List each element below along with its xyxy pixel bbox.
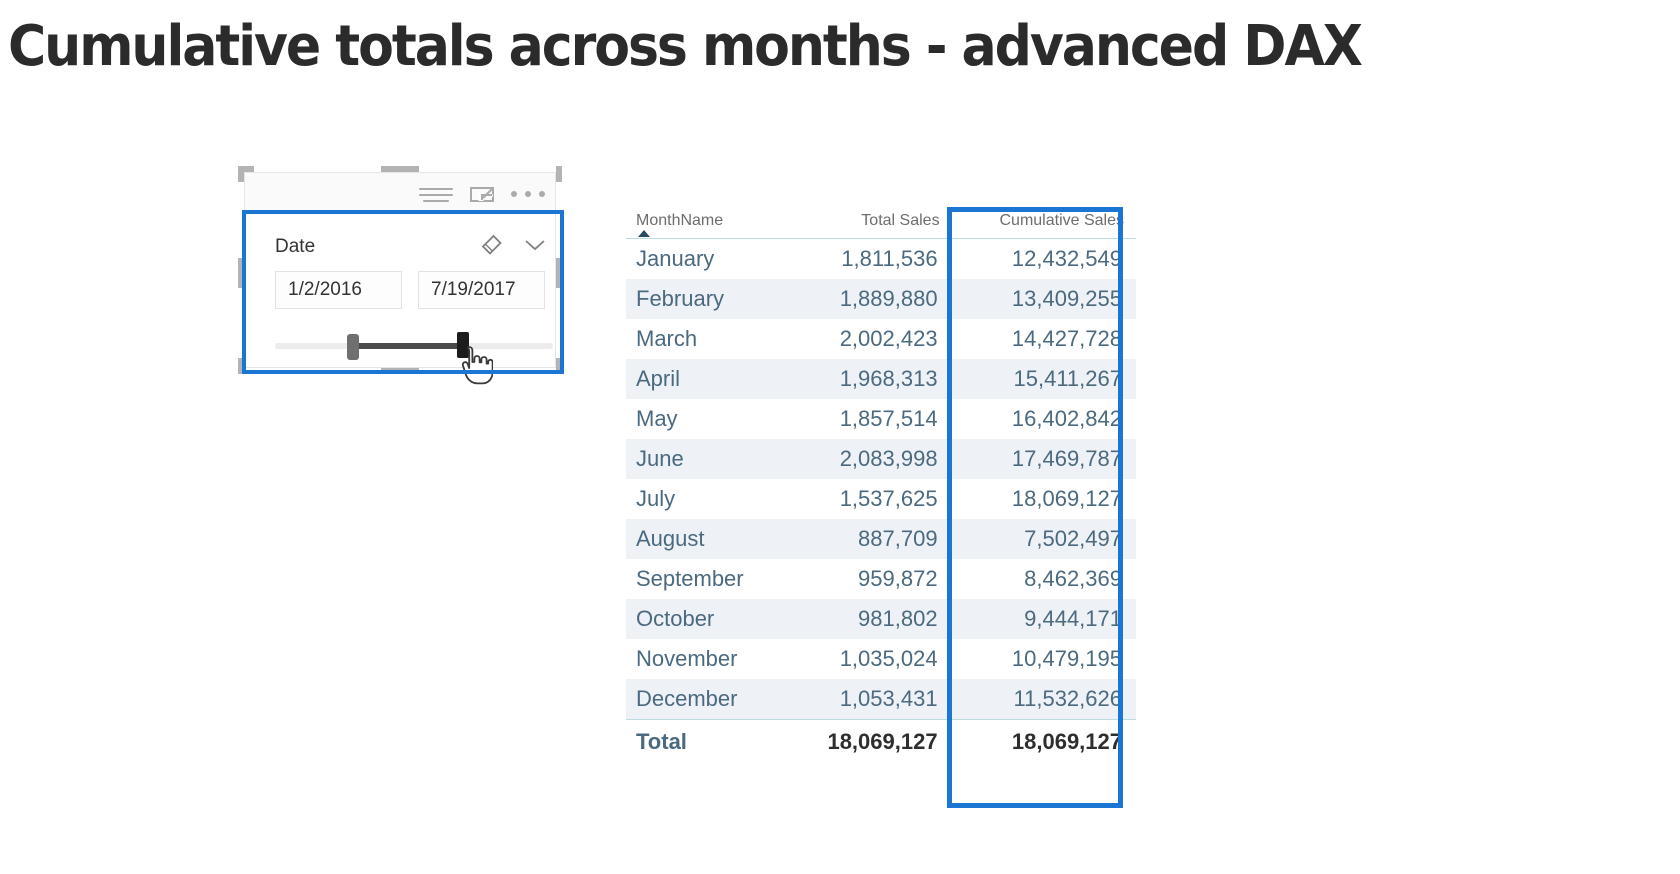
cell-cumulative-sales: 14,427,728 xyxy=(1011,326,1122,351)
cell-month: January xyxy=(636,246,715,271)
cell-total-sales: 1,053,431 xyxy=(780,679,952,720)
column-header-total-sales[interactable]: Total Sales xyxy=(780,208,952,239)
cumulative-sales-table: MonthName Total Sales Cumulative Sales J… xyxy=(626,208,1136,764)
cell-cumulative-sales: 16,402,842 xyxy=(1011,406,1122,431)
cell-cumulative-sales: 8,462,369 xyxy=(1024,566,1122,591)
column-header-cumulative-sales[interactable]: Cumulative Sales xyxy=(951,208,1136,239)
cell-total-sales: 981,802 xyxy=(780,599,952,639)
cell-month: April xyxy=(626,359,781,399)
page-title: Cumulative totals across months - advanc… xyxy=(8,14,1363,79)
filter-icon[interactable] xyxy=(419,185,453,203)
slicer-header-bar xyxy=(245,173,555,215)
cell-cumulative-sales: 10,479,195 xyxy=(1011,646,1122,671)
table-row[interactable]: January 1,811,536 12,432,549 xyxy=(626,239,1136,280)
date-slicer-visual[interactable]: Date 1/2/2016 7/19/2017 xyxy=(238,166,564,385)
table-row[interactable]: November 1,035,024 10,479,195 xyxy=(626,639,1136,679)
cell-total-sales: 1,537,625 xyxy=(839,486,938,511)
cell-month: May xyxy=(636,406,678,431)
column-header-monthname[interactable]: MonthName xyxy=(626,208,781,239)
sort-ascending-icon xyxy=(638,230,650,237)
cell-month: September xyxy=(636,566,744,591)
cell-total-sales: 1,857,514 xyxy=(839,406,938,431)
cell-month: November xyxy=(636,646,738,671)
table-row[interactable]: December 1,053,431 11,532,626 xyxy=(626,679,1136,720)
cell-cumulative-sales-total: 18,069,127 xyxy=(951,719,1136,764)
cell-month: March xyxy=(636,326,698,351)
table-body: January 1,811,536 12,432,549 February 1,… xyxy=(626,239,1136,764)
cell-total-sales-total: 18,069,127 xyxy=(780,719,952,764)
slicer-highlight-box xyxy=(242,210,564,374)
cell-month: February xyxy=(626,279,781,319)
cell-cumulative-sales: 7,502,497 xyxy=(951,519,1136,559)
table-row[interactable]: October 981,802 9,444,171 xyxy=(626,599,1136,639)
table-row[interactable]: March 2,002,423 14,427,728 xyxy=(626,319,1136,359)
cell-cumulative-sales: 13,409,255 xyxy=(951,279,1136,319)
cell-cumulative-sales: 15,411,267 xyxy=(951,359,1136,399)
cell-cumulative-sales: 9,444,171 xyxy=(951,599,1136,639)
cell-total-sales: 1,968,313 xyxy=(780,359,952,399)
cell-month: July xyxy=(636,486,676,511)
cell-cumulative-sales: 11,532,626 xyxy=(951,679,1136,720)
cell-month: August xyxy=(626,519,781,559)
table-row[interactable]: June 2,083,998 17,469,787 xyxy=(626,439,1136,479)
table-row[interactable]: September 959,872 8,462,369 xyxy=(626,559,1136,599)
cell-cumulative-sales: 17,469,787 xyxy=(951,439,1136,479)
cell-cumulative-sales: 12,432,549 xyxy=(1011,246,1122,271)
more-options-icon[interactable] xyxy=(511,185,545,203)
table-row[interactable]: May 1,857,514 16,402,842 xyxy=(626,399,1136,439)
table-header-row: MonthName Total Sales Cumulative Sales xyxy=(626,208,1136,239)
table-row[interactable]: July 1,537,625 18,069,127 xyxy=(626,479,1136,519)
cell-cumulative-sales: 18,069,127 xyxy=(1011,486,1122,511)
table-row[interactable]: February 1,889,880 13,409,255 xyxy=(626,279,1136,319)
cell-month: October xyxy=(626,599,781,639)
cell-total-sales: 1,035,024 xyxy=(839,646,938,671)
cell-total-sales: 887,709 xyxy=(780,519,952,559)
cell-total-label: Total xyxy=(626,719,781,764)
cell-total-sales: 2,002,423 xyxy=(839,326,938,351)
cell-total-sales: 959,872 xyxy=(858,566,938,591)
cell-month: June xyxy=(626,439,781,479)
table-total-row: Total 18,069,127 18,069,127 xyxy=(626,719,1136,764)
table-row[interactable]: August 887,709 7,502,497 xyxy=(626,519,1136,559)
column-header-monthname-label: MonthName xyxy=(636,212,724,229)
focus-mode-icon[interactable] xyxy=(469,182,495,206)
selection-handle-top-right[interactable] xyxy=(556,166,562,182)
cell-total-sales: 2,083,998 xyxy=(780,439,952,479)
cell-total-sales: 1,811,536 xyxy=(841,246,938,271)
cell-total-sales: 1,889,880 xyxy=(780,279,952,319)
cell-month: December xyxy=(626,679,781,720)
table-row[interactable]: April 1,968,313 15,411,267 xyxy=(626,359,1136,399)
